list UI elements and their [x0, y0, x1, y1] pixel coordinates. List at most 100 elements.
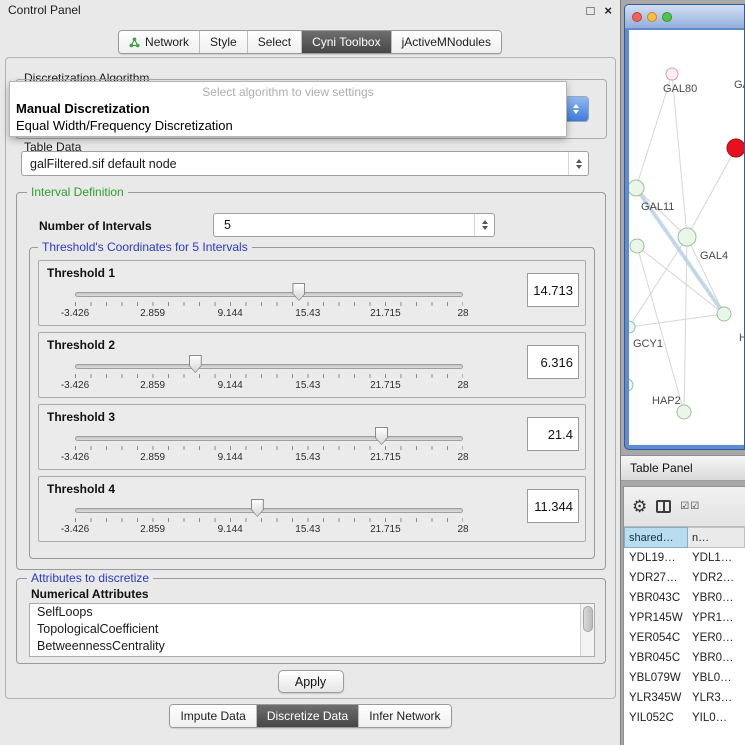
interval-definition-legend: Interval Definition — [27, 185, 128, 199]
slider-thumb[interactable] — [375, 427, 388, 445]
thresholds-legend: Threshold's Coordinates for 5 Intervals — [38, 240, 252, 254]
threshold-slider[interactable]: -3.4262.8599.14415.4321.71528 — [75, 355, 463, 397]
table-row[interactable]: YBL079WYBL0… — [624, 668, 745, 688]
attribute-list-item[interactable]: BetweennessCentrality — [30, 638, 580, 655]
menu-item-manual-discretization[interactable]: Manual Discretization — [16, 101, 150, 116]
table-cell: YLR345W — [624, 692, 688, 704]
number-of-intervals-select[interactable]: 5 — [213, 213, 495, 237]
threshold-value-input[interactable]: 21.4 — [527, 417, 579, 451]
network-node[interactable] — [630, 239, 644, 253]
tab-impute-data[interactable]: Impute Data — [170, 705, 255, 727]
slider-thumb[interactable] — [292, 283, 305, 301]
tick-label: -3.426 — [61, 380, 89, 391]
slider-track[interactable] — [75, 436, 463, 441]
table-data-value: galFiltered.sif default node — [30, 157, 177, 171]
slider-thumb[interactable] — [251, 499, 264, 517]
network-node[interactable] — [678, 228, 696, 246]
threshold-value-input[interactable]: 14.713 — [527, 273, 579, 307]
combo-stepper-icon[interactable] — [564, 97, 588, 121]
table-data-select[interactable]: galFiltered.sif default node — [21, 151, 589, 176]
attribute-list-item[interactable]: TopologicalCoefficient — [30, 621, 580, 638]
table-row[interactable]: YPR145WYPR1… — [624, 608, 745, 628]
columns-icon[interactable] — [656, 500, 671, 513]
network-node-label: GAL11 — [641, 201, 674, 213]
table-cell: YLR3… — [688, 692, 745, 704]
tick-label: 21.715 — [370, 380, 401, 391]
gear-icon[interactable]: ⚙ — [632, 498, 647, 515]
minimize-window-icon[interactable] — [647, 12, 657, 22]
network-node-label: H — [739, 332, 744, 344]
network-window-titlebar[interactable] — [625, 5, 744, 28]
table-row[interactable]: YBR043CYBR0… — [624, 588, 745, 608]
tick-label: 9.144 — [218, 452, 243, 463]
network-node[interactable] — [629, 180, 644, 196]
network-node[interactable] — [727, 139, 744, 157]
threshold-value-input[interactable]: 6.316 — [527, 345, 579, 379]
table-row[interactable]: YBR045CYBR0… — [624, 648, 745, 668]
column-header-shared-name[interactable]: shared… — [624, 527, 688, 548]
network-node[interactable] — [629, 379, 633, 391]
slider-thumb[interactable] — [189, 355, 202, 373]
threshold-slider[interactable]: -3.4262.8599.14415.4321.71528 — [75, 427, 463, 469]
table-row[interactable]: YER054CYER0… — [624, 628, 745, 648]
table-cell: YDR2… — [688, 572, 745, 584]
algorithm-dropdown-menu: Select algorithm to view settings Manual… — [9, 81, 567, 137]
tab-style[interactable]: Style — [199, 31, 247, 53]
combo-stepper-icon[interactable] — [474, 214, 494, 236]
tick-label: 15.43 — [295, 380, 320, 391]
threshold-panel-3: Threshold 3 -3.4262.8599.14415.4321.7152… — [38, 404, 586, 470]
close-icon[interactable]: × — [604, 4, 612, 17]
attribute-list-item[interactable]: SelfLoops — [30, 604, 580, 621]
threshold-value-input[interactable]: 11.344 — [527, 489, 579, 523]
control-panel: Control Panel □ × Network StyleSelectCyni… — [0, 0, 621, 745]
tab-discretize-data[interactable]: Discretize Data — [256, 705, 358, 727]
scrollbar-thumb[interactable] — [583, 606, 593, 632]
table-row[interactable]: YLR345WYLR3… — [624, 688, 745, 708]
tab-select[interactable]: Select — [247, 31, 301, 53]
network-node[interactable] — [677, 405, 691, 419]
table-panel-titlebar[interactable]: Table Panel — [621, 455, 745, 481]
top-tabbar: Network StyleSelectCyni ToolboxjActiveMNo… — [118, 30, 502, 54]
numerical-attributes-list[interactable]: SelfLoopsTopologicalCoefficientBetweenne… — [29, 603, 595, 657]
network-node[interactable] — [629, 321, 635, 333]
scrollbar[interactable] — [580, 604, 594, 656]
tick-label: 28 — [457, 308, 468, 319]
float-window-icon[interactable]: □ — [587, 4, 595, 17]
table-row[interactable]: YDL19…YDL1… — [624, 548, 745, 568]
table-row[interactable]: YIL052CYIL0… — [624, 708, 745, 728]
tab-label: Network — [145, 35, 189, 49]
threshold-label: Threshold 3 — [47, 410, 577, 424]
network-node[interactable] — [666, 68, 678, 80]
table-cell: YBL0… — [688, 672, 745, 684]
slider-track[interactable] — [75, 508, 463, 513]
attributes-legend: Attributes to discretize — [27, 571, 153, 585]
control-panel-titlebar: Control Panel □ × — [0, 0, 620, 20]
network-canvas[interactable]: GAL80GAGAL11GAL4GCY1HHAP2 — [629, 30, 744, 445]
network-node[interactable] — [717, 307, 731, 321]
slider-track[interactable] — [75, 364, 463, 369]
column-header-name[interactable]: n… — [688, 527, 745, 548]
tab-network[interactable]: Network — [119, 31, 199, 53]
tab-jactivemnodules[interactable]: jActiveMNodules — [391, 31, 501, 53]
menu-item-equal-width-frequency[interactable]: Equal Width/Frequency Discretization — [16, 118, 233, 133]
table-toolbar: ⚙ ☑☑ — [624, 487, 745, 527]
table-row[interactable]: YDR27…YDR2… — [624, 568, 745, 588]
table-cell: YDR27… — [624, 572, 688, 584]
network-view-window[interactable]: GAL80GAGAL11GAL4GCY1HHAP2 — [624, 4, 745, 450]
attributes-group: Attributes to discretize Numerical Attri… — [16, 578, 606, 664]
tick-label: 9.144 — [218, 380, 243, 391]
apply-button[interactable]: Apply — [278, 670, 344, 693]
close-window-icon[interactable] — [632, 12, 642, 22]
select-columns-icon[interactable]: ☑☑ — [680, 501, 700, 512]
threshold-slider[interactable]: -3.4262.8599.14415.4321.71528 — [75, 283, 463, 325]
threshold-slider[interactable]: -3.4262.8599.14415.4321.71528 — [75, 499, 463, 541]
zoom-window-icon[interactable] — [662, 12, 672, 22]
tab-infer-network[interactable]: Infer Network — [358, 705, 450, 727]
combo-stepper-icon[interactable] — [568, 152, 588, 175]
bottom-tabbar: Impute Data Discretize Data Infer Network — [169, 704, 451, 728]
tab-cyni-toolbox[interactable]: Cyni Toolbox — [301, 31, 390, 53]
tick-label: 28 — [457, 380, 468, 391]
network-node-label: GA — [734, 79, 744, 91]
tab-label: Discretize Data — [267, 709, 348, 723]
slider-track[interactable] — [75, 292, 463, 297]
